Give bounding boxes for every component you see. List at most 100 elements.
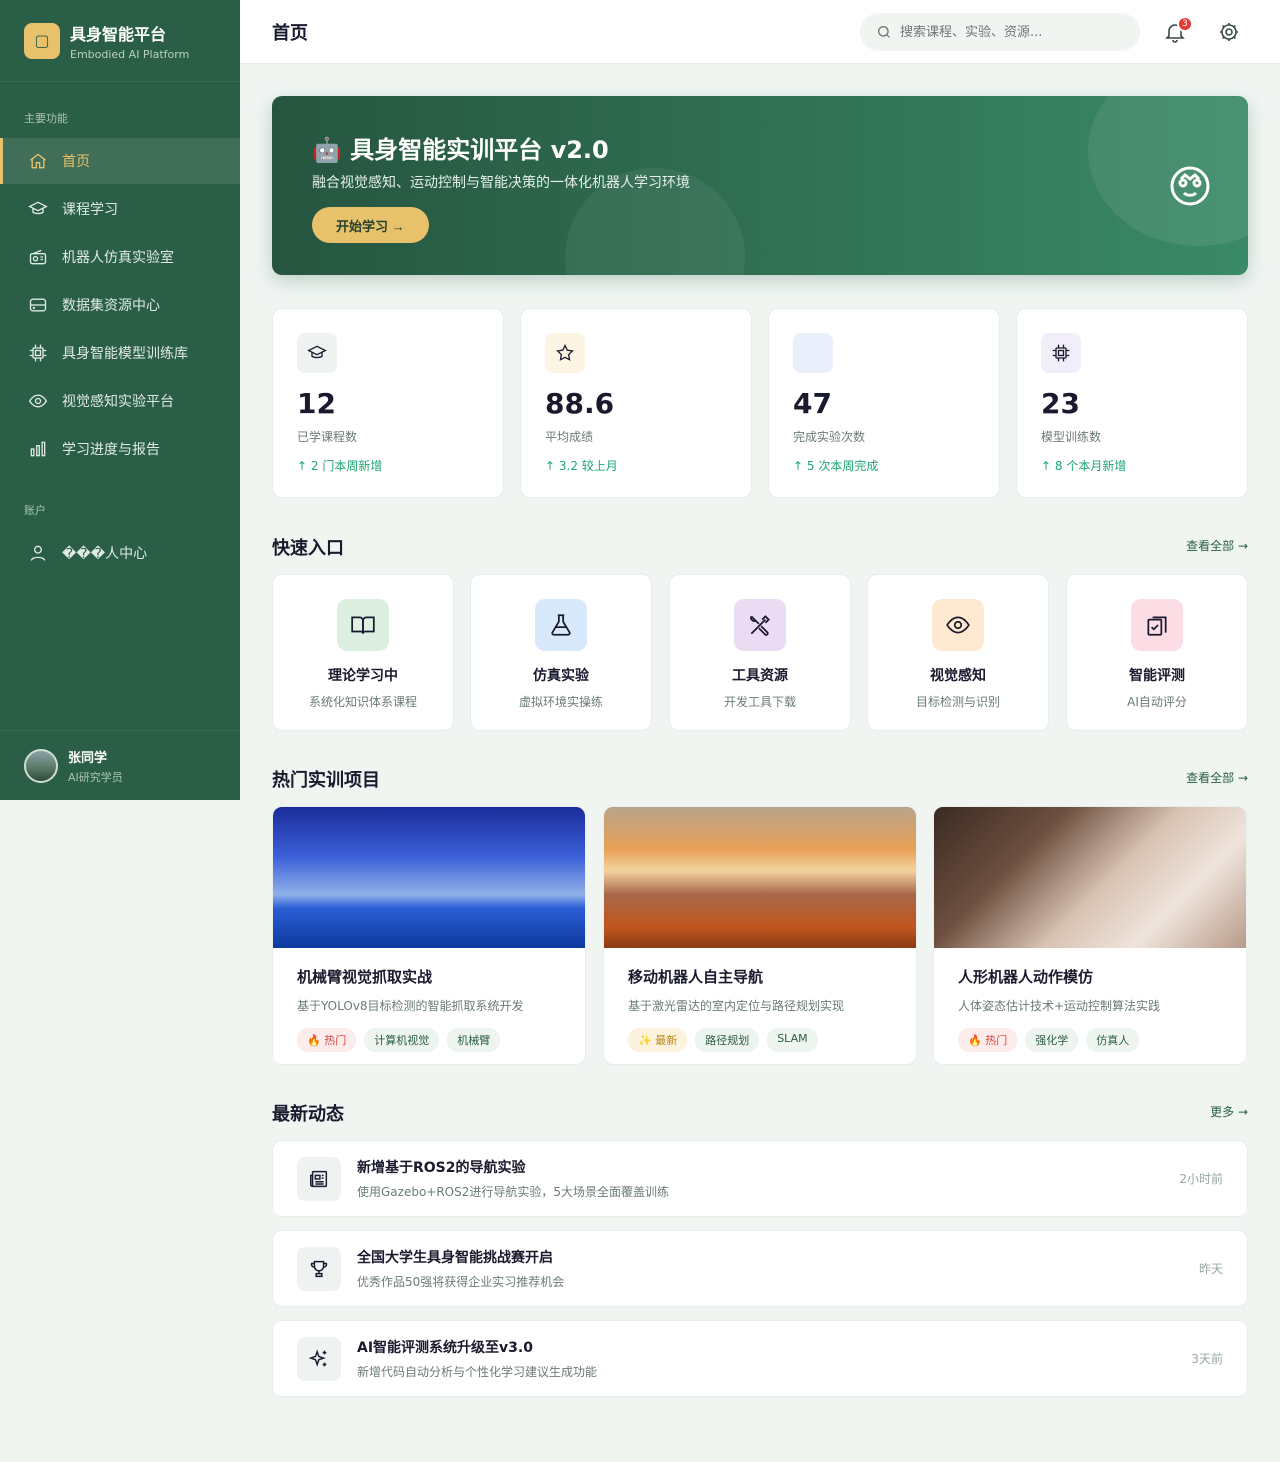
hero-title: 🤖 具身智能实训平台 v2.0 <box>312 136 609 164</box>
stat-trend: ↑ 2 门本周新增 <box>297 459 383 473</box>
news-description: 使用Gazebo+ROS2进行导航实验，5大场景全面覆盖训练 <box>357 1185 670 1199</box>
sidebar-item-label: 首页 <box>62 154 90 170</box>
quick-view-all-link[interactable]: 查看全部 → <box>1186 537 1248 554</box>
quick-subtitle: 目标检测与识别 <box>915 695 1000 709</box>
tag-new: ✨ 最新 <box>628 1028 688 1052</box>
flask-icon <box>551 614 571 636</box>
start-learning-button[interactable]: 开始学习 → <box>312 207 429 243</box>
project-card[interactable]: 人形机器人动作模仿 人体姿态估计技术+运动控制算法实践 🔥 热门 强化学 仿真人 <box>933 806 1247 1065</box>
tag: 路径规划 <box>695 1028 760 1052</box>
project-card[interactable]: 移动机器人自主导航 基于激光雷达的室内定位与路径规划实现 ✨ 最新 路径规划 S… <box>603 806 917 1065</box>
stat-label: 已学课程数 <box>297 430 358 444</box>
search-box[interactable] <box>860 13 1140 51</box>
sidebar-item-label: 数据集资源中心 <box>62 298 160 314</box>
news-time: 昨天 <box>1198 1262 1223 1276</box>
quick-subtitle: 系统化知识体系课程 <box>308 695 417 709</box>
tag: 强化学 <box>1025 1028 1079 1052</box>
news-item[interactable]: 新增基于ROS2的导航实验 使用Gazebo+ROS2进行导航实验，5大场景全面… <box>272 1140 1248 1217</box>
robot-icon <box>1170 166 1210 206</box>
tag: 机械臂 <box>447 1028 501 1052</box>
project-description: 基于YOLOv8目标检测的智能抓取系统开发 <box>297 999 524 1013</box>
stat-icon-box <box>297 333 337 373</box>
quick-item-theory[interactable]: 理论学习中 系统化知识体系课程 <box>272 574 454 731</box>
quick-subtitle: 开发工具下载 <box>723 695 796 709</box>
quick-icon-box <box>932 599 984 651</box>
sidebar-item-vision[interactable]: 视觉感知实验平台 <box>0 378 240 424</box>
hero-banner: 🤖 具身智能实训平台 v2.0 融合视觉感知、运动控制与智能决策的一体化机器人学… <box>272 96 1248 275</box>
top-header: 首页 3 <box>240 0 1280 64</box>
sidebar-item-label: 机器人仿真实验室 <box>62 250 174 266</box>
tag-hot: 🔥 热门 <box>297 1028 357 1052</box>
sidebar-item-progress[interactable]: 学习进度与报告 <box>0 426 240 472</box>
sidebar-item-models[interactable]: 具身智能模型训练库 <box>0 330 240 376</box>
stat-card-courses[interactable]: 12 已学课程数 ↑ 2 门本周新增 <box>272 308 504 498</box>
quick-title: 仿真实验 <box>533 668 589 684</box>
stat-card-models[interactable]: 23 模型训练数 ↑ 8 个本月新增 <box>1016 308 1248 498</box>
quick-item-evaluation[interactable]: 智能评测 AI自动评分 <box>1066 574 1248 731</box>
user-role: AI研究学员 <box>68 770 123 784</box>
quick-icon-box <box>1131 599 1183 651</box>
section-title-projects: 热门实训项目 <box>272 770 380 791</box>
brand-subtitle: Embodied AI Platform <box>70 47 190 61</box>
cpu-icon <box>29 344 47 362</box>
stat-card-experiments[interactable]: 47 完成实验次数 ↑ 5 次本周完成 <box>768 308 1000 498</box>
stat-value: 23 <box>1041 387 1080 420</box>
quick-item-simulation[interactable]: 仿真实验 虚拟环境实操练 <box>470 574 652 731</box>
projects-view-all-link[interactable]: 查看全部 → <box>1186 769 1248 786</box>
news-icon-box <box>297 1246 341 1291</box>
news-time: 2小时前 <box>1179 1172 1223 1186</box>
sidebar-item-datasets[interactable]: 数据集资源中心 <box>0 282 240 328</box>
settings-button[interactable] <box>1217 20 1241 44</box>
news-title: 全国大学生具身智能挑战赛开启 <box>357 1250 553 1266</box>
sidebar-item-label: ���人中心 <box>62 546 148 562</box>
user-profile[interactable]: 张同学 AI研究学员 <box>0 730 240 800</box>
user-name: 张同学 <box>68 750 108 766</box>
project-description: 基于激光雷达的室内定位与路径规划实现 <box>628 999 845 1013</box>
project-card[interactable]: 机械臂视觉抓取实战 基于YOLOv8目标检测的智能抓取系统开发 🔥 热门 计算机… <box>272 806 586 1065</box>
sidebar-item-courses[interactable]: 课程学习 <box>0 186 240 232</box>
hero-description: 融合视觉感知、运动控制与智能决策的一体化机器人学习环境 <box>312 175 690 191</box>
sidebar-item-home[interactable]: 首页 <box>0 138 240 184</box>
quick-title: 理论学习中 <box>328 668 398 684</box>
page-title: 首页 <box>272 22 308 44</box>
stat-value: 47 <box>793 387 832 420</box>
stat-trend: ↑ 8 个本月新增 <box>1041 459 1127 473</box>
stat-label: 模型训练数 <box>1041 430 1102 444</box>
sidebar-item-sim-lab[interactable]: 机器人仿真实验室 <box>0 234 240 280</box>
book-open-icon <box>351 616 375 634</box>
sidebar-item-label: 学习进度与报告 <box>62 442 160 458</box>
user-icon <box>30 545 46 561</box>
quick-item-vision[interactable]: 视觉感知 目标检测与识别 <box>867 574 1049 731</box>
stat-value: 12 <box>297 387 336 420</box>
quick-title: 工具资源 <box>732 668 788 684</box>
stat-label: 完成实验次数 <box>793 430 866 444</box>
news-more-link[interactable]: 更多 → <box>1210 1103 1248 1120</box>
newspaper-icon <box>310 1170 328 1187</box>
section-title-quick: 快速入口 <box>272 538 344 559</box>
tools-icon <box>750 615 770 636</box>
project-description: 人体姿态估计技术+运动控制算法实践 <box>958 999 1161 1013</box>
notification-button[interactable]: 3 <box>1163 16 1193 44</box>
hard-drive-icon <box>29 298 47 312</box>
stat-icon-box <box>545 333 585 373</box>
sidebar-item-label: 具身智能模型训练库 <box>62 346 188 362</box>
sidebar-item-profile[interactable]: ���人中心 <box>0 530 240 576</box>
tag: SLAM <box>767 1028 818 1052</box>
project-image-tea-cup <box>934 807 1246 948</box>
news-title: AI智能评测系统升级至v3.0 <box>357 1340 533 1356</box>
stat-value: 88.6 <box>545 387 615 420</box>
eye-icon <box>946 616 970 634</box>
quick-item-tools[interactable]: 工具资源 开发工具下载 <box>669 574 851 731</box>
project-image-blue-lake <box>273 807 585 948</box>
sidebar: ▢ 具身智能平台 Embodied AI Platform 主要功能 首页 课程… <box>0 0 240 800</box>
quick-icon-box <box>535 599 587 651</box>
stat-icon-box <box>1041 333 1081 373</box>
news-description: 新增代码自动分析与个性化学习建议生成功能 <box>357 1365 598 1379</box>
clipboard-check-icon <box>1147 616 1167 636</box>
search-input[interactable] <box>900 24 1120 40</box>
brand[interactable]: ▢ 具身智能平台 Embodied AI Platform <box>0 0 240 82</box>
news-item[interactable]: AI智能评测系统升级至v3.0 新增代码自动分析与个性化学习建议生成功能 3天前 <box>272 1320 1248 1397</box>
news-item[interactable]: 全国大学生具身智能挑战赛开启 优秀作品50强将获得企业实习推荐机会 昨天 <box>272 1230 1248 1307</box>
stat-card-score[interactable]: 88.6 平均成绩 ↑ 3.2 较上月 <box>520 308 752 498</box>
project-image-sunset-mountains <box>604 807 916 948</box>
